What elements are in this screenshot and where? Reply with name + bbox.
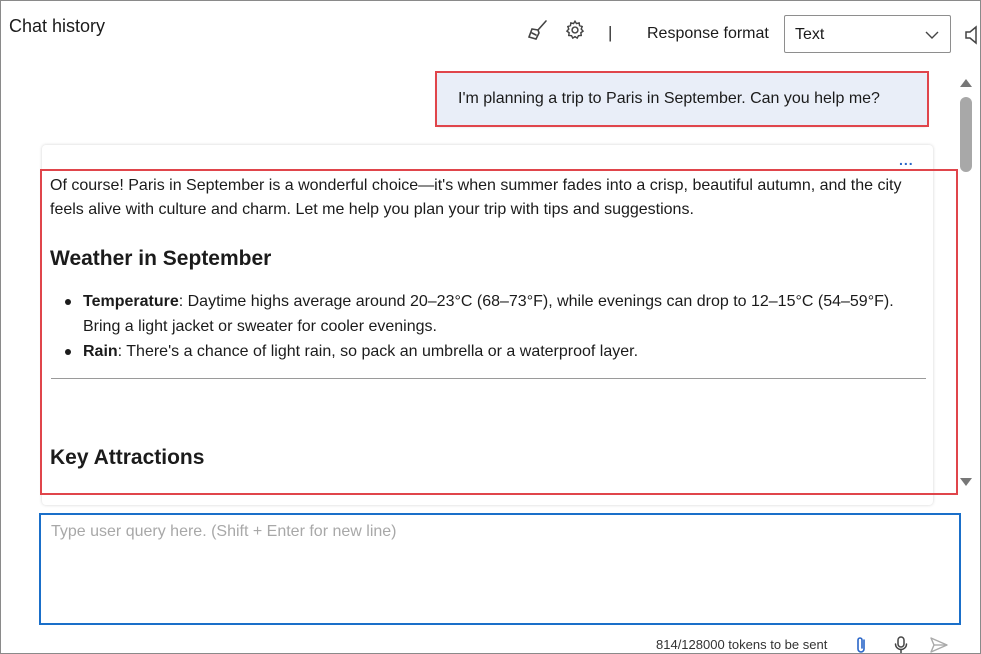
chevron-down-icon (924, 28, 940, 40)
token-count: 814/128000 tokens to be sent (656, 637, 828, 652)
query-input-box[interactable] (39, 513, 961, 625)
speaker-icon[interactable] (963, 23, 980, 47)
more-options-icon[interactable]: ... (899, 152, 914, 168)
response-format-label: Response format (647, 25, 769, 42)
assistant-response-highlight (40, 169, 958, 495)
user-query-input[interactable] (41, 515, 959, 623)
chat-window: Chat history | Response format Text I'm … (0, 0, 981, 654)
user-message-highlight (435, 71, 929, 127)
page-title: Chat history (9, 16, 106, 36)
scroll-up-arrow-icon[interactable] (959, 75, 973, 87)
response-format-select[interactable]: Text (784, 15, 951, 53)
response-format-value: Text (795, 26, 825, 43)
header-separator: | (608, 23, 613, 42)
microphone-icon[interactable] (893, 635, 909, 653)
gear-icon[interactable] (564, 18, 586, 42)
scrollbar-thumb[interactable] (960, 97, 972, 172)
broom-icon[interactable] (527, 18, 549, 42)
send-icon[interactable] (929, 635, 949, 653)
paperclip-icon[interactable] (854, 635, 870, 653)
scroll-down-arrow-icon[interactable] (959, 474, 973, 486)
